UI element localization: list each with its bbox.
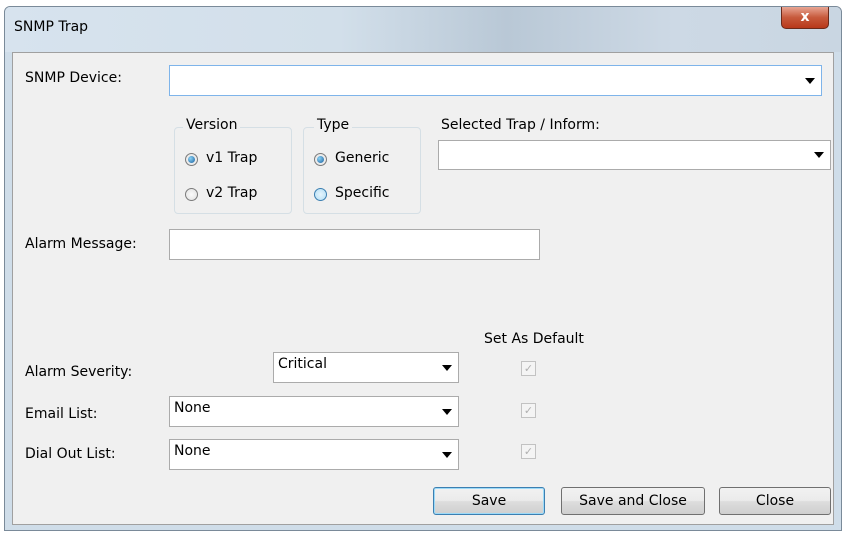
specific-radio[interactable] xyxy=(314,188,327,201)
email-list-combo[interactable]: None xyxy=(169,396,459,427)
alarm-severity-combo[interactable]: Critical xyxy=(273,352,459,383)
close-icon: x xyxy=(800,9,810,25)
v1-trap-label[interactable]: v1 Trap xyxy=(206,150,257,166)
selected-trap-combo[interactable] xyxy=(438,140,831,170)
version-group: Version v1 Trap v2 Trap xyxy=(174,117,292,214)
snmp-device-combo[interactable] xyxy=(169,65,822,96)
dial-out-list-value: None xyxy=(174,443,211,459)
snmp-trap-dialog: SNMP Trap x SNMP Device: Version v1 Trap… xyxy=(4,6,842,531)
alarm-severity-value: Critical xyxy=(278,356,327,372)
title-bar[interactable]: SNMP Trap x xyxy=(5,7,841,52)
email-list-value: None xyxy=(174,400,211,416)
selected-trap-label: Selected Trap / Inform: xyxy=(441,117,600,133)
chevron-down-icon[interactable] xyxy=(442,364,452,371)
email-list-default-checkbox[interactable]: ✓ xyxy=(521,403,536,418)
generic-label[interactable]: Generic xyxy=(335,150,389,166)
dial-out-list-label: Dial Out List: xyxy=(25,446,116,462)
v1-trap-radio[interactable] xyxy=(185,153,198,166)
close-button[interactable]: Close xyxy=(719,487,831,515)
email-list-label: Email List: xyxy=(25,406,98,422)
window-title: SNMP Trap xyxy=(14,19,89,35)
chevron-down-icon[interactable] xyxy=(814,152,824,158)
alarm-message-label: Alarm Message: xyxy=(25,236,137,252)
alarm-message-input[interactable] xyxy=(169,229,540,260)
save-and-close-button[interactable]: Save and Close xyxy=(561,487,705,515)
generic-radio[interactable] xyxy=(314,153,327,166)
type-group: Type Generic Specific xyxy=(303,117,421,214)
save-button[interactable]: Save xyxy=(433,487,545,515)
dial-out-list-default-checkbox[interactable]: ✓ xyxy=(521,444,536,459)
alarm-severity-label: Alarm Severity: xyxy=(25,364,133,380)
close-window-button[interactable]: x xyxy=(781,7,829,29)
alarm-severity-default-checkbox[interactable]: ✓ xyxy=(521,361,536,376)
v2-trap-label[interactable]: v2 Trap xyxy=(206,185,257,201)
set-as-default-label: Set As Default xyxy=(484,331,584,347)
specific-label[interactable]: Specific xyxy=(335,185,390,201)
chevron-down-icon[interactable] xyxy=(805,77,815,84)
dialog-body: SNMP Device: Version v1 Trap v2 Trap Typ… xyxy=(12,52,834,525)
chevron-down-icon[interactable] xyxy=(442,408,452,415)
version-group-title: Version xyxy=(183,117,241,133)
v2-trap-radio[interactable] xyxy=(185,188,198,201)
snmp-device-label: SNMP Device: xyxy=(25,70,122,86)
type-group-title: Type xyxy=(314,117,353,133)
chevron-down-icon[interactable] xyxy=(442,451,452,458)
dial-out-list-combo[interactable]: None xyxy=(169,439,459,470)
